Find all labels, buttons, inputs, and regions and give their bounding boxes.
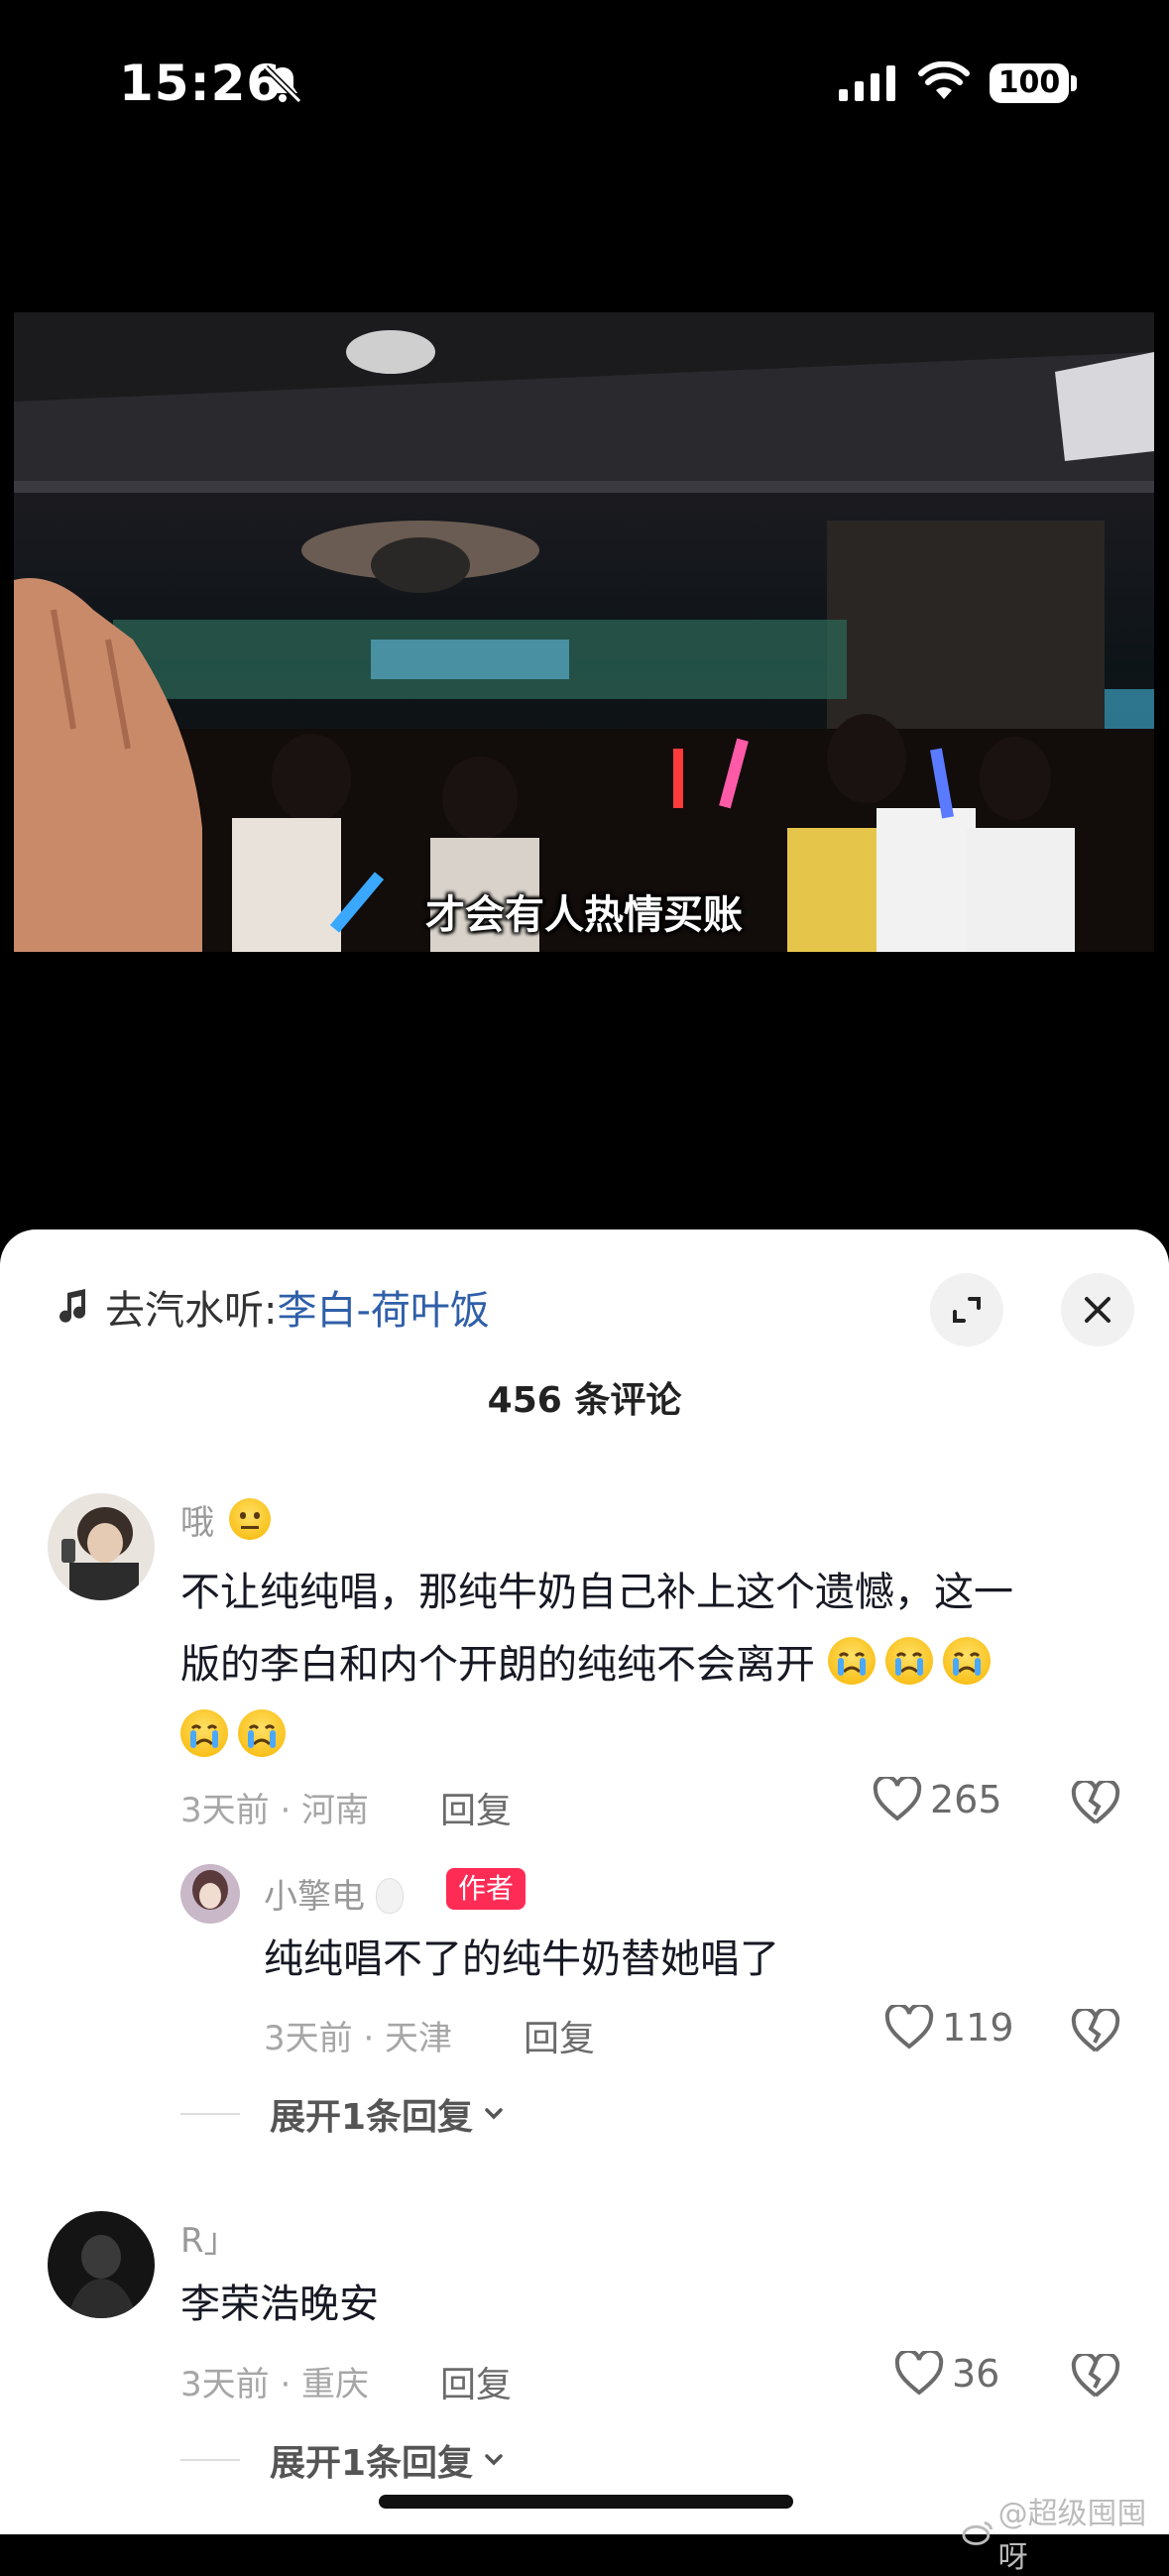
music-prefix: 去汽水听: xyxy=(105,1288,278,1334)
comment-sheet: 去汽水听: 李白-荷叶饭 456 条评论 哦 不让纯纯唱，那纯牛奶自己补上这个遗… xyxy=(0,1229,1169,2534)
battery-indicator: 100 xyxy=(990,63,1069,103)
heart-icon xyxy=(873,1777,922,1821)
expand-replies-button[interactable]: 展开1条回复 xyxy=(180,2088,509,2140)
heart-icon xyxy=(894,2351,944,2396)
crying-emoji xyxy=(827,1637,876,1685)
like-button[interactable]: 265 xyxy=(873,1777,1002,1822)
weibo-logo-icon xyxy=(962,2520,994,2545)
comment-username[interactable]: R」 xyxy=(180,2213,238,2262)
broken-heart-icon[interactable] xyxy=(1071,2354,1120,2400)
music-song-link[interactable]: 李白-荷叶饭 xyxy=(277,1278,489,1336)
video-scene xyxy=(14,312,1154,952)
expand-replies-button[interactable]: 展开1条回复 xyxy=(180,2434,509,2486)
status-time: 15:26 xyxy=(119,55,283,112)
comment-text-line: 不让纯纯唱，那纯牛奶自己补上这个遗憾，这一 xyxy=(180,1570,1013,1615)
avatar-image xyxy=(192,1870,228,1910)
watermark: @超级囤囤呀 xyxy=(962,2489,1169,2576)
chevron-down-icon xyxy=(485,2108,503,2120)
watermark-text: @超级囤囤呀 xyxy=(997,2497,1147,2575)
crying-emoji xyxy=(180,1709,228,1757)
like-button[interactable]: 36 xyxy=(894,2351,999,2397)
music-link-row[interactable]: 去汽水听: 李白-荷叶饭 xyxy=(52,1277,490,1337)
avatar-image xyxy=(67,2235,137,2318)
broken-heart-icon[interactable] xyxy=(1071,1781,1120,1826)
comment-text: 不让纯纯唱，那纯牛奶自己补上这个遗憾，这一 版的李白和内个开朗的纯纯不会离开 xyxy=(180,1557,1112,1774)
comment-username[interactable]: 哦 xyxy=(180,1495,281,1544)
like-count: 119 xyxy=(942,2006,1014,2049)
reply-username[interactable]: 小擎电 xyxy=(264,1869,404,1918)
divider-line xyxy=(180,2113,240,2115)
chevron-down-icon xyxy=(485,2454,503,2466)
egg-icon xyxy=(375,1878,404,1914)
music-note-icon xyxy=(59,1289,85,1323)
crying-emoji xyxy=(942,1637,991,1685)
reply-button[interactable]: 回复 xyxy=(440,2356,512,2407)
author-badge: 作者 xyxy=(446,1868,526,1910)
expand-icon xyxy=(953,1297,981,1323)
comment-text: 李荣浩晚安 xyxy=(180,2282,379,2327)
comment-meta: 3天前 · 重庆 xyxy=(180,2365,370,2404)
heart-icon xyxy=(884,2005,934,2049)
broken-heart-icon[interactable] xyxy=(1071,2009,1120,2054)
crying-emoji xyxy=(238,1709,286,1757)
avatar-image xyxy=(61,1507,139,1600)
wifi-icon xyxy=(918,61,970,99)
close-button[interactable] xyxy=(1061,1273,1134,1347)
like-count: 36 xyxy=(952,2352,1000,2396)
status-bar: 15:26 100 xyxy=(0,0,1169,169)
comment-emoji-line xyxy=(180,1701,1112,1774)
reply-meta: 3天前 · 天津 xyxy=(264,2019,453,2058)
neutral-face-emoji xyxy=(228,1498,271,1540)
close-icon xyxy=(1085,1297,1111,1323)
avatar[interactable] xyxy=(48,1493,155,1600)
expand-replies-label: 展开1条回复 xyxy=(270,2097,474,2138)
like-count: 265 xyxy=(930,1778,1002,1821)
video-player[interactable]: 才会有人热情买账 xyxy=(14,312,1154,952)
reply-text: 纯纯唱不了的纯牛奶替她唱了 xyxy=(264,1936,779,1982)
bell-off-icon xyxy=(263,64,302,104)
home-indicator[interactable] xyxy=(379,2495,793,2509)
avatar[interactable] xyxy=(180,1864,240,1924)
comment-text-line: 版的李白和内个开朗的纯纯不会离开 xyxy=(180,1629,1112,1701)
avatar[interactable] xyxy=(48,2211,155,2318)
crying-emoji xyxy=(884,1637,933,1685)
comment-meta: 3天前 · 河南 xyxy=(180,1791,370,1830)
video-subtitle: 才会有人热情买账 xyxy=(425,891,743,938)
expand-button[interactable] xyxy=(930,1273,1003,1347)
reply-button[interactable]: 回复 xyxy=(440,1782,512,1833)
comment-count: 456 条评论 xyxy=(487,1380,682,1421)
divider-line xyxy=(180,2459,240,2461)
like-button[interactable]: 119 xyxy=(884,2005,1014,2050)
battery-tip xyxy=(1071,75,1077,91)
reply-button[interactable]: 回复 xyxy=(524,2010,595,2061)
signal-icon xyxy=(839,65,895,101)
expand-replies-label: 展开1条回复 xyxy=(270,2443,474,2484)
